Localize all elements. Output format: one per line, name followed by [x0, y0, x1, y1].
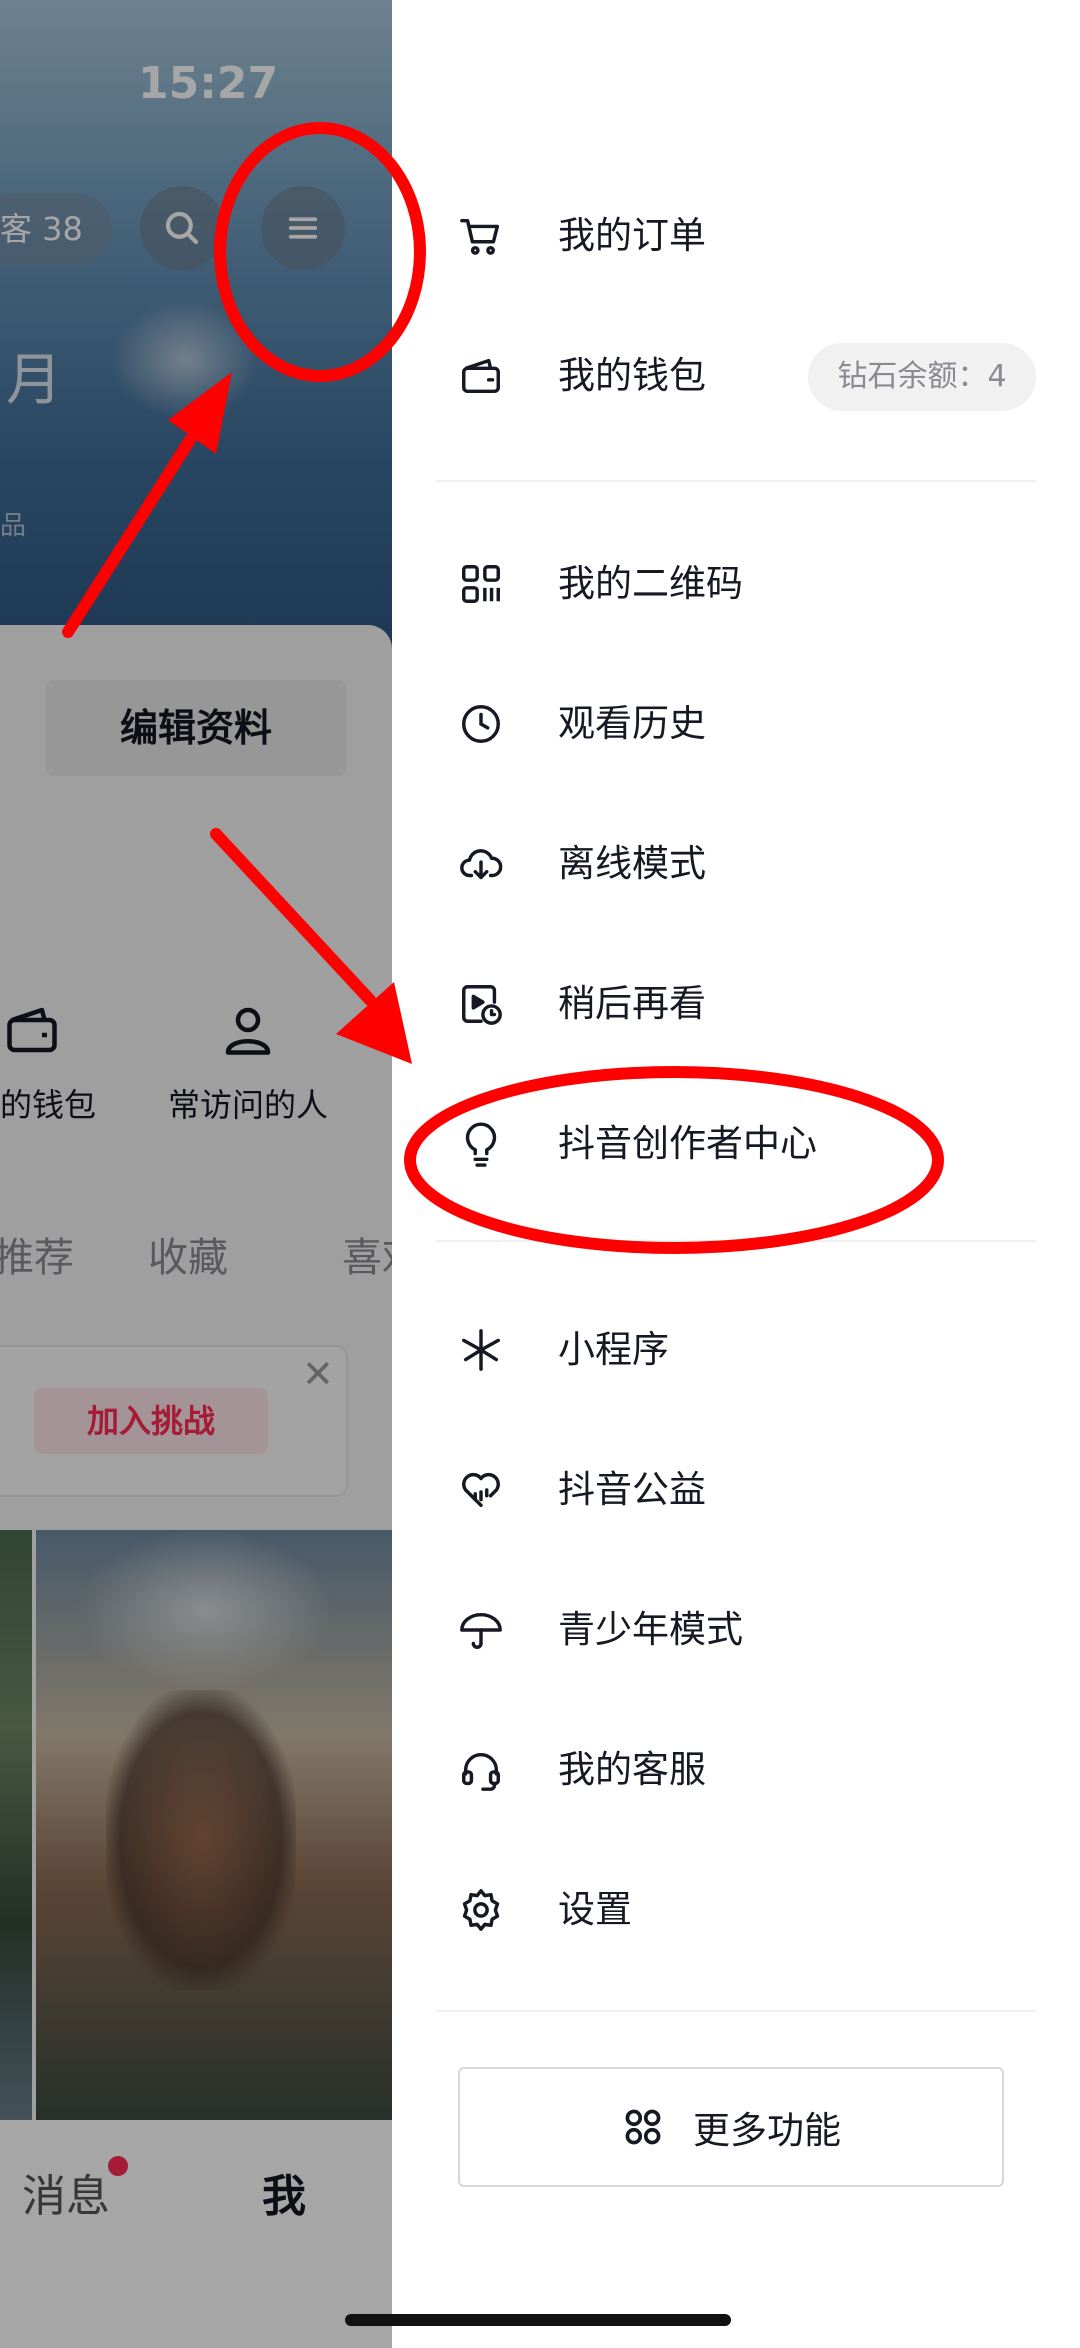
menu-item-customer-service[interactable]: 我的客服: [392, 1720, 1080, 1820]
menu-item-label: 观看历史: [558, 702, 706, 745]
menu-item-label: 我的订单: [558, 214, 706, 257]
menu-item-label: 稍后再看: [558, 982, 706, 1025]
mini-program-icon: [458, 1327, 504, 1373]
headset-icon: [458, 1747, 504, 1793]
cloud-download-icon: [458, 841, 504, 887]
section-divider: [436, 1240, 1036, 1242]
grid-icon: [625, 2109, 661, 2145]
menu-item-label: 设置: [558, 1888, 632, 1931]
menu-item-teen-mode[interactable]: 青少年模式: [392, 1580, 1080, 1680]
menu-item-label: 我的客服: [558, 1748, 706, 1791]
section-divider: [436, 480, 1036, 482]
gear-icon: [458, 1887, 504, 1933]
menu-item-label: 我的钱包: [558, 354, 706, 397]
wallet-icon: [458, 353, 504, 399]
menu-item-mini-programs[interactable]: 小程序: [392, 1300, 1080, 1400]
diamond-balance-badge: 钻石余额：4: [808, 343, 1036, 411]
charity-heart-icon: [458, 1467, 504, 1513]
home-indicator: [345, 2314, 731, 2326]
menu-item-orders[interactable]: 我的订单: [392, 186, 1080, 286]
menu-item-offline-mode[interactable]: 离线模式: [392, 814, 1080, 914]
qr-code-icon: [458, 561, 504, 607]
drawer-backdrop-overlay[interactable]: [0, 0, 392, 2348]
menu-item-label: 我的二维码: [558, 562, 743, 605]
menu-item-settings[interactable]: 设置: [392, 1860, 1080, 1960]
menu-item-watch-later[interactable]: 稍后再看: [392, 954, 1080, 1054]
menu-item-charity[interactable]: 抖音公益: [392, 1440, 1080, 1540]
more-features-label: 更多功能: [693, 2109, 841, 2152]
side-drawer-menu: 我的订单 我的钱包 钻石余额：4 我的二维码 观看历史 离线模式 稍后再看 抖音…: [392, 0, 1080, 2348]
menu-item-label: 抖音创作者中心: [558, 1122, 817, 1165]
more-features-button[interactable]: 更多功能: [458, 2067, 1004, 2187]
menu-item-watch-history[interactable]: 观看历史: [392, 674, 1080, 774]
profile-page-background: 15:27 客 38 月 品 编辑资料 我的钱包 常访问的人 推荐 收藏 喜欢 …: [0, 0, 392, 2348]
clock-icon: [458, 701, 504, 747]
menu-item-creator-center[interactable]: 抖音创作者中心: [392, 1094, 1080, 1194]
menu-item-label: 抖音公益: [558, 1468, 706, 1511]
section-divider: [436, 2010, 1036, 2012]
cart-icon: [458, 213, 504, 259]
watch-later-icon: [458, 981, 504, 1027]
umbrella-icon: [458, 1607, 504, 1653]
menu-item-label: 小程序: [558, 1328, 669, 1371]
lightbulb-icon: [458, 1121, 504, 1167]
menu-item-label: 离线模式: [558, 842, 706, 885]
menu-item-label: 青少年模式: [558, 1608, 743, 1651]
menu-item-qr-code[interactable]: 我的二维码: [392, 534, 1080, 634]
